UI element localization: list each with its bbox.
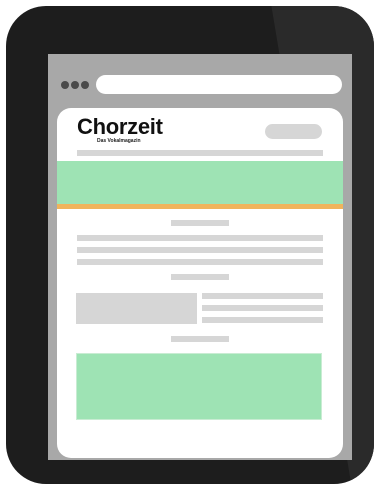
web-page: Chorzeit Das Vokalmagazin (57, 108, 343, 458)
header-divider (77, 150, 323, 156)
site-logo[interactable]: Chorzeit Das Vokalmagazin (77, 114, 163, 144)
window-controls-icon (61, 81, 89, 89)
dot-icon (61, 81, 69, 89)
section-heading-placeholder (171, 220, 229, 226)
section-heading-placeholder (171, 274, 229, 280)
text-line-placeholder (77, 235, 323, 241)
text-line-placeholder (77, 247, 323, 253)
dot-icon (71, 81, 79, 89)
header-button[interactable] (265, 124, 322, 139)
text-line-placeholder (202, 305, 323, 311)
site-title: Chorzeit (77, 114, 163, 139)
hero-banner[interactable] (57, 161, 343, 204)
text-line-placeholder (77, 259, 323, 265)
address-bar[interactable] (96, 75, 342, 94)
feature-banner[interactable] (76, 353, 322, 420)
dot-icon (81, 81, 89, 89)
section-heading-placeholder (171, 336, 229, 342)
text-line-placeholder (202, 293, 323, 299)
tablet-screen: Chorzeit Das Vokalmagazin (48, 54, 352, 460)
tablet-device: Chorzeit Das Vokalmagazin (6, 6, 374, 484)
image-placeholder (76, 293, 197, 324)
hero-accent-line (57, 204, 343, 209)
text-line-placeholder (202, 317, 323, 323)
